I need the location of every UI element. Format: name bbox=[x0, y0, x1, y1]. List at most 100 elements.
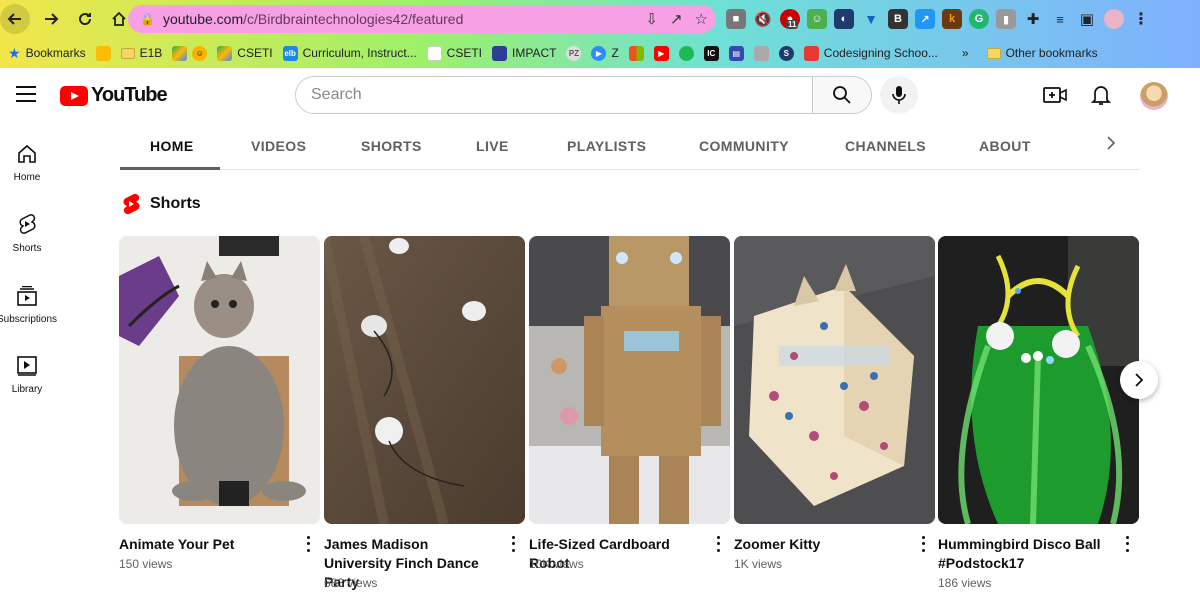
short-views: 186 views bbox=[938, 576, 992, 590]
bookmark-item[interactable]: ▤ bbox=[728, 45, 744, 61]
bookmark-item[interactable]: IC bbox=[703, 45, 719, 61]
bookmark-item[interactable]: PZ bbox=[566, 45, 582, 61]
youtube-wordmark: YouTube bbox=[91, 84, 168, 106]
short-card[interactable]: Zoomer Kitty 1K views bbox=[734, 236, 935, 571]
bookmark-favicon: PZ bbox=[566, 45, 582, 61]
bookmark-item[interactable]: elb Curriculum, Instruct... bbox=[282, 45, 417, 61]
more-options-button[interactable] bbox=[508, 534, 518, 554]
back-button[interactable] bbox=[0, 4, 30, 34]
tab-channels[interactable]: CHANNELS bbox=[845, 138, 926, 154]
star-icon[interactable]: ☆ bbox=[695, 10, 708, 28]
puzzle-icon[interactable]: ✚ bbox=[1023, 9, 1043, 29]
forward-button[interactable] bbox=[36, 4, 66, 34]
account-avatar[interactable] bbox=[1140, 82, 1168, 110]
other-bookmarks-folder[interactable]: Other bookmarks bbox=[986, 46, 1098, 60]
library-icon bbox=[17, 356, 37, 376]
bookmark-item[interactable]: Codesigning Schoo... bbox=[803, 45, 938, 61]
active-tab-indicator bbox=[120, 167, 220, 170]
short-title[interactable]: Hummingbird Disco Ball #Podstock17 bbox=[938, 535, 1108, 573]
bookmark-label: E1B bbox=[139, 46, 163, 60]
tab-shorts[interactable]: SHORTS bbox=[361, 138, 422, 154]
extension-icon[interactable]: ☺ bbox=[807, 9, 827, 29]
extension-icon[interactable]: ◐ bbox=[834, 9, 854, 29]
search-button[interactable] bbox=[812, 76, 872, 114]
bookmark-item[interactable]: ☺ bbox=[172, 45, 208, 61]
profile-avatar-icon[interactable] bbox=[1104, 9, 1124, 29]
bookmark-item[interactable] bbox=[678, 45, 694, 61]
more-options-button[interactable] bbox=[713, 534, 723, 554]
grammarly-icon[interactable]: G bbox=[969, 9, 989, 29]
tab-playlists[interactable]: PLAYLISTS bbox=[567, 138, 646, 154]
side-panel-icon[interactable]: ▣ bbox=[1077, 9, 1097, 29]
bookmark-label: CSETI bbox=[237, 46, 273, 60]
bookmark-item[interactable] bbox=[753, 45, 769, 61]
search-input[interactable]: Search bbox=[295, 76, 813, 114]
short-thumbnail[interactable] bbox=[119, 236, 320, 524]
chevron-right-icon bbox=[1135, 373, 1144, 387]
drive-icon bbox=[217, 45, 233, 61]
short-card[interactable]: Life-Sized Cardboard Robot 10K views bbox=[529, 236, 730, 571]
shelf-next-button[interactable] bbox=[1120, 361, 1158, 399]
youtube-masthead: YouTube Search bbox=[0, 68, 1200, 124]
extension-icon[interactable]: ↗ bbox=[915, 9, 935, 29]
install-icon[interactable]: ⇩ bbox=[645, 10, 658, 28]
short-thumbnail[interactable] bbox=[529, 236, 730, 524]
short-title[interactable]: Animate Your Pet bbox=[119, 535, 289, 554]
tab-about[interactable]: ABOUT bbox=[979, 138, 1031, 154]
bookmark-item[interactable]: ▶ Z bbox=[591, 45, 619, 61]
reload-button[interactable] bbox=[70, 4, 100, 34]
extension-icon[interactable]: ● 11 bbox=[780, 9, 800, 29]
short-thumbnail[interactable] bbox=[938, 236, 1139, 524]
voice-search-button[interactable] bbox=[880, 76, 918, 114]
bookmark-item[interactable]: ★ Bookmarks bbox=[8, 45, 86, 62]
arrow-right-icon bbox=[45, 13, 59, 25]
bookmark-item[interactable]: S bbox=[778, 45, 794, 61]
more-options-button[interactable] bbox=[303, 534, 313, 554]
bookmark-item[interactable]: ▶ bbox=[653, 45, 669, 61]
short-card[interactable]: Animate Your Pet 150 views bbox=[119, 236, 320, 571]
more-options-button[interactable] bbox=[1122, 534, 1132, 554]
address-bar[interactable]: 🔒 youtube.com/c/Birdbraintechnologies42/… bbox=[128, 5, 716, 33]
short-thumbnail[interactable] bbox=[734, 236, 935, 524]
tab-live[interactable]: LIVE bbox=[476, 138, 509, 154]
guide-item-library[interactable]: Library bbox=[0, 356, 54, 395]
thumbnail-image-robots bbox=[324, 236, 525, 524]
tab-videos[interactable]: VIDEOS bbox=[251, 138, 306, 154]
menu-button[interactable] bbox=[16, 86, 36, 102]
extension-icon[interactable]: ▮ bbox=[996, 9, 1016, 29]
bookmark-folder[interactable]: E1B bbox=[120, 46, 163, 60]
short-title[interactable]: Zoomer Kitty bbox=[734, 535, 904, 554]
bookmark-item[interactable]: CSETI bbox=[217, 45, 273, 61]
tab-home[interactable]: HOME bbox=[150, 138, 194, 154]
create-button[interactable] bbox=[1042, 82, 1068, 108]
extension-icon[interactable]: B bbox=[888, 9, 908, 29]
thumbnail-image-kitty-box bbox=[734, 236, 935, 524]
notifications-button[interactable] bbox=[1088, 82, 1114, 108]
tab-community[interactable]: COMMUNITY bbox=[699, 138, 789, 154]
more-options-button[interactable] bbox=[918, 534, 928, 554]
share-icon[interactable]: ↗ bbox=[670, 10, 683, 28]
mute-icon[interactable]: 🔇 bbox=[753, 9, 773, 29]
bookmark-item[interactable] bbox=[628, 45, 644, 61]
guide-item-subscriptions[interactable]: Subscriptions bbox=[0, 286, 57, 325]
guide-item-home[interactable]: Home bbox=[0, 144, 54, 183]
bookmark-item[interactable]: IMPACT bbox=[492, 45, 556, 61]
more-vert-icon[interactable]: ⋮ bbox=[1131, 9, 1151, 29]
reload-icon bbox=[79, 13, 92, 26]
media-queue-icon[interactable]: ≡ bbox=[1050, 9, 1070, 29]
tabs-next-button[interactable] bbox=[1105, 134, 1117, 157]
guide-item-shorts[interactable]: Shorts bbox=[0, 213, 54, 254]
extension-icon[interactable]: ■ bbox=[726, 9, 746, 29]
short-card[interactable]: Hummingbird Disco Ball #Podstock17 186 v… bbox=[938, 236, 1139, 590]
more-bookmarks-button[interactable]: » bbox=[962, 46, 969, 60]
arrow-left-icon bbox=[7, 13, 21, 25]
bookmark-item[interactable]: CSETI bbox=[426, 45, 482, 61]
short-thumbnail[interactable] bbox=[324, 236, 525, 524]
short-card[interactable]: James Madison University Finch Dance Par… bbox=[324, 236, 525, 590]
youtube-logo[interactable]: YouTube bbox=[60, 84, 168, 107]
shelf-title: Shorts bbox=[150, 195, 201, 212]
extension-icon[interactable]: ▼ bbox=[861, 9, 881, 29]
bookmark-item[interactable] bbox=[95, 45, 111, 61]
extension-icon[interactable]: k bbox=[942, 9, 962, 29]
thumbnail-image-disco-ball bbox=[938, 236, 1139, 524]
